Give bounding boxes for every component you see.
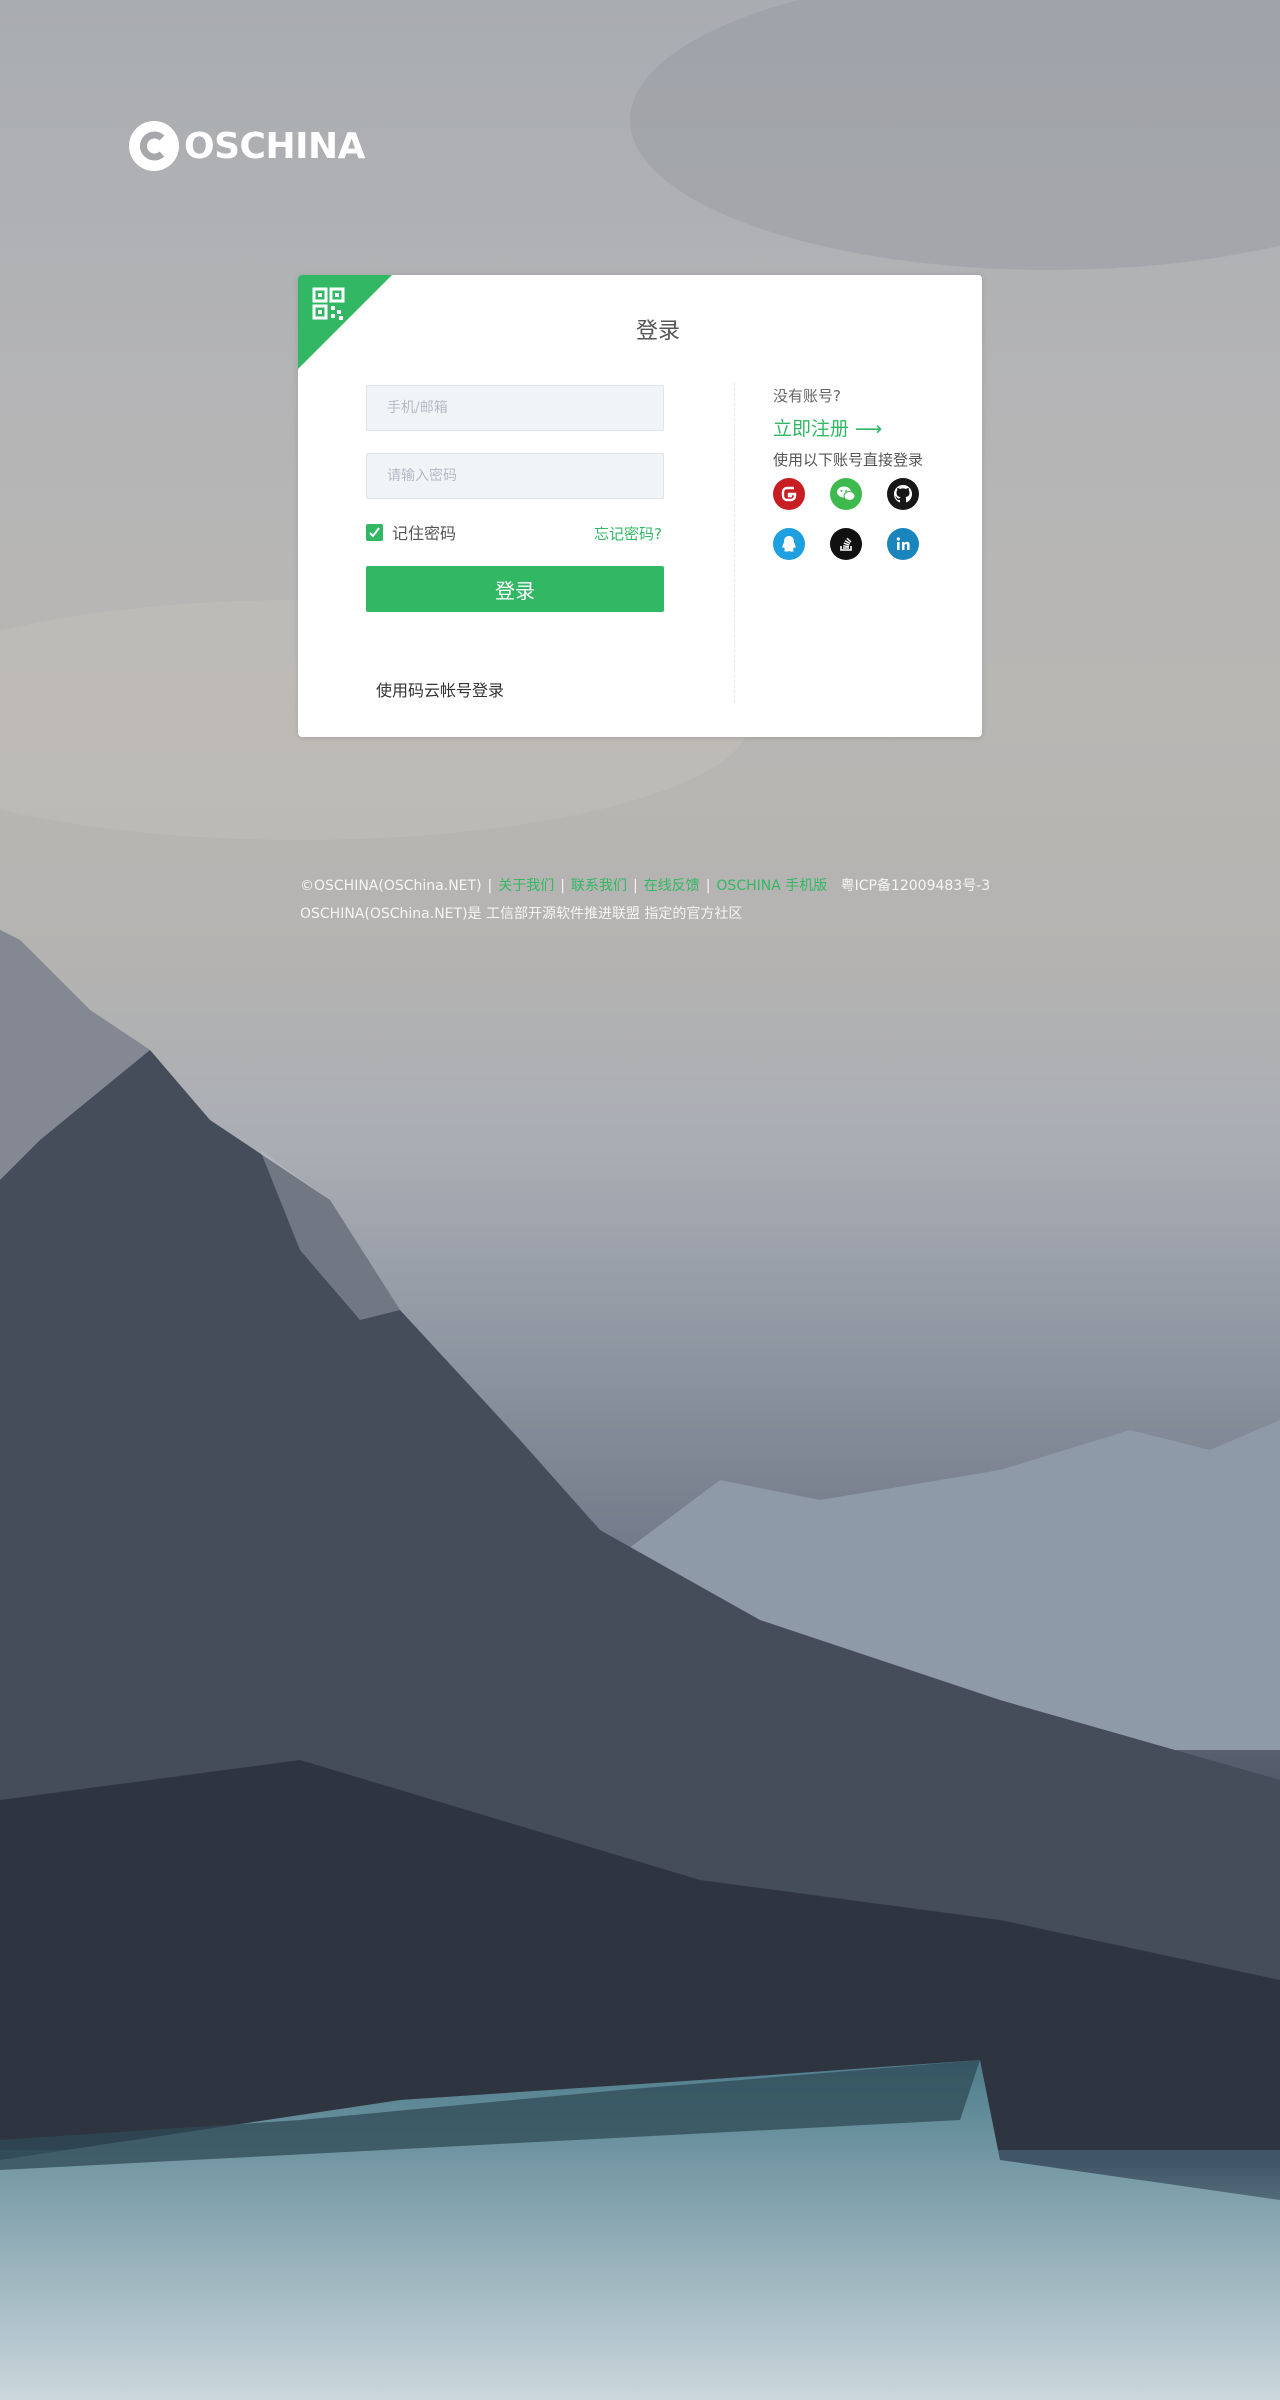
check-icon: [369, 526, 380, 538]
login-button[interactable]: 登录: [366, 566, 664, 612]
wechat-icon: [837, 486, 856, 501]
divider: [734, 383, 735, 703]
linkedin-login-button[interactable]: [887, 528, 919, 560]
footer-link-about[interactable]: 关于我们: [498, 878, 554, 894]
github-login-button[interactable]: [887, 478, 919, 510]
forgot-password-link[interactable]: 忘记密码?: [594, 523, 662, 544]
logo-text: OSCHINA: [184, 125, 365, 167]
wechat-login-button[interactable]: [830, 478, 862, 510]
footer-separator: |: [632, 878, 638, 894]
footer-line-2: OSCHINA(OSChina.NET)是 工信部开源软件推进联盟 指定的官方社…: [300, 906, 743, 922]
account-input[interactable]: [366, 385, 664, 431]
github-icon: [893, 484, 913, 503]
gitee-login-button[interactable]: [773, 478, 805, 510]
no-account-text: 没有账号?: [773, 387, 841, 405]
login-card: 登录 记住密码 忘记密码? 登录 使用码云帐号登录 没有账号? 立即注册 ⟶ 使…: [298, 275, 982, 737]
register-link[interactable]: 立即注册 ⟶: [773, 414, 923, 441]
footer: ©OSCHINA(OSChina.NET) | 关于我们 | 联系我们 | 在线反馈 | OSC…: [300, 872, 990, 928]
gitee-account-login-link[interactable]: 使用码云帐号登录: [376, 677, 504, 701]
oauth-buttons: [773, 478, 973, 588]
stackoverflow-icon: [840, 537, 852, 551]
remember-checkbox[interactable]: [366, 523, 383, 541]
footer-separator: |: [705, 878, 711, 894]
footer-line-1: ©OSCHINA(OSChina.NET) | 关于我们 | 联系我们 | 在线反馈 | OSC…: [300, 872, 990, 900]
qq-login-button[interactable]: [773, 528, 805, 560]
oauth-title: 使用以下账号直接登录: [773, 451, 924, 469]
remember-label: 记住密码: [392, 524, 457, 543]
footer-link-mobile[interactable]: OSCHINA 手机版: [716, 878, 827, 894]
footer-separator: |: [487, 878, 493, 894]
footer-link-feedback[interactable]: 在线反馈: [644, 878, 700, 894]
footer-separator: |: [560, 878, 565, 894]
oschina-logo-icon: [128, 120, 180, 172]
footer-link-contact[interactable]: 联系我们: [571, 878, 627, 894]
qq-icon: [782, 536, 796, 552]
gitee-icon: [781, 486, 797, 502]
remember-password[interactable]: 记住密码: [366, 520, 456, 544]
footer-copyright: ©OSCHINA(OSChina.NET): [300, 878, 482, 894]
stackoverflow-login-button[interactable]: [830, 528, 862, 560]
linkedin-icon: [896, 537, 910, 550]
password-input[interactable]: [366, 453, 664, 499]
register-panel: 没有账号? 立即注册 ⟶ 使用以下账号直接登录: [773, 385, 923, 470]
login-title: 登录: [635, 319, 680, 344]
oschina-logo[interactable]: OSCHINA: [128, 118, 365, 174]
footer-icp[interactable]: 粤ICP备12009483号-3: [841, 878, 991, 894]
